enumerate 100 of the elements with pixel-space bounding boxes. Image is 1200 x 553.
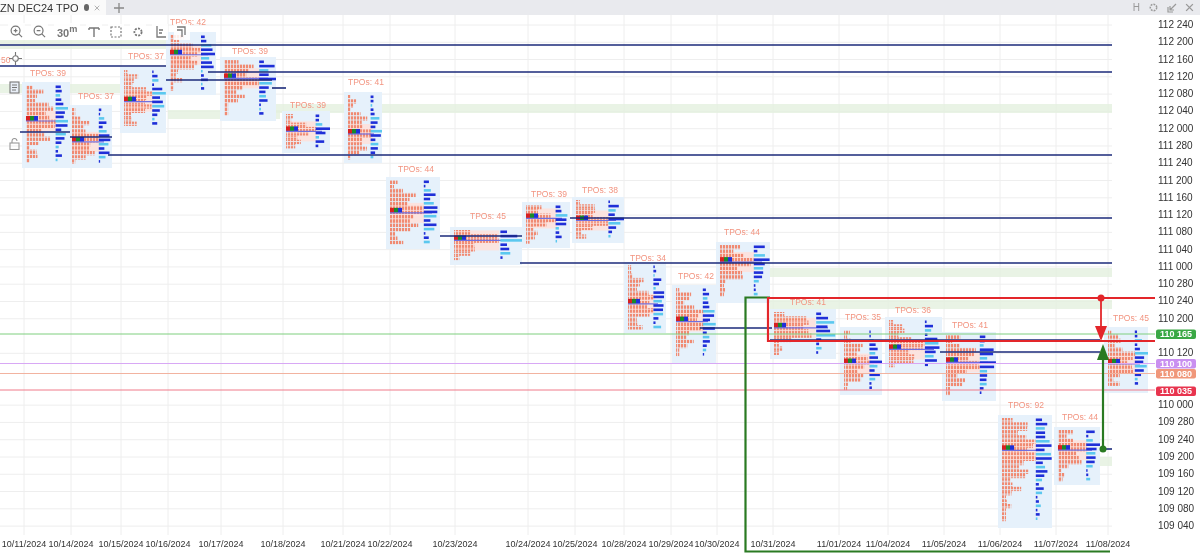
zoom-in-icon[interactable] <box>8 23 25 40</box>
date-axis-label: 11/01/2024 <box>816 539 862 549</box>
price-axis-label: 111 240 <box>1158 157 1193 169</box>
price-axis-label: 110 280 <box>1158 278 1194 290</box>
price-axis-label: 112 200 <box>1158 36 1194 48</box>
tpo-count-label: TPOs: 37 <box>78 91 114 101</box>
price-axis-label: 112 240 <box>1158 19 1194 30</box>
tpo-count-label: 50 <box>1 55 11 65</box>
date-axis-label: 11/07/2024 <box>1033 539 1079 549</box>
price-tag: 110 035 <box>1156 386 1196 397</box>
tpo-profile <box>1054 427 1100 485</box>
tab-title: ZN DEC24 TPO <box>0 1 79 14</box>
price-axis-label: 109 040 <box>1158 520 1195 532</box>
tpo-count-label: TPOs: 39 <box>232 46 268 56</box>
date-axis-label: 10/11/2024 <box>1 539 47 549</box>
date-axis-label: 10/21/2024 <box>320 539 366 549</box>
tpo-profile <box>220 57 276 121</box>
settings-icon[interactable] <box>1148 2 1159 13</box>
tpo-profile <box>68 105 112 168</box>
level-line <box>69 136 113 138</box>
date-axis-label: 10/16/2024 <box>145 539 191 549</box>
tpo-count-label: TPOs: 37 <box>128 51 164 61</box>
price-tag: 110 080 <box>1156 368 1196 379</box>
tpo-profile <box>572 197 624 243</box>
price-axis-label: 111 160 <box>1158 191 1193 203</box>
tpo-count-label: TPOs: 45 <box>1113 313 1149 323</box>
price-axis-label: 112 040 <box>1158 105 1194 117</box>
price-axis-label: 109 280 <box>1158 416 1195 428</box>
tpo-count-label: TPOs: 42 <box>170 17 206 27</box>
tpo-count-label: TPOs: 44 <box>1062 412 1098 422</box>
date-axis-label: 10/14/2024 <box>48 539 94 549</box>
tpo-count-label: TPOs: 39 <box>30 68 66 78</box>
price-axis-label: 112 160 <box>1158 53 1194 65</box>
price-axis-label: 111 080 <box>1158 226 1193 238</box>
down-arrow <box>1095 294 1107 341</box>
chart-tab[interactable]: ZN DEC24 TPO <box>0 0 106 15</box>
tpo-count-label: TPOs: 39 <box>290 100 326 110</box>
price-axis-label: 111 120 <box>1158 209 1193 221</box>
price-axis-label: 111 000 <box>1158 260 1193 272</box>
tpo-count-label: TPOs: 44 <box>724 227 760 237</box>
price-axis-label: 112 120 <box>1158 70 1194 82</box>
timeframe-button[interactable]: 30$^{m}$ <box>54 23 81 40</box>
date-axis-label: 10/17/2024 <box>198 539 244 549</box>
date-axis-label: 10/24/2024 <box>505 539 551 549</box>
price-axis-label: 109 160 <box>1158 468 1195 480</box>
tpo-count-label: TPOs: 41 <box>348 77 384 87</box>
price-axis-label: 111 280 <box>1158 139 1193 151</box>
resize-icon[interactable] <box>174 23 191 40</box>
tpo-count-label: TPOs: 41 <box>952 320 988 330</box>
tpo-count-label: TPOs: 38 <box>582 185 618 195</box>
date-axis-label: 10/30/2024 <box>694 539 740 549</box>
price-axis-label: 112 000 <box>1158 122 1194 134</box>
tpo-profile <box>120 67 166 133</box>
document-icon[interactable] <box>9 81 20 94</box>
price-axis-label: 110 240 <box>1158 295 1194 307</box>
date-axis-label: 11/05/2024 <box>921 539 967 549</box>
tpo-profile <box>386 177 440 249</box>
tpo-profile <box>344 92 382 163</box>
level-line <box>19 131 71 133</box>
crosshair-icon[interactable] <box>9 52 22 65</box>
tpo-profile <box>624 262 666 333</box>
selection-tool-icon[interactable] <box>108 23 125 40</box>
popout-icon[interactable] <box>1167 2 1177 13</box>
tpo-count-label: TPOs: 42 <box>678 271 714 281</box>
unlock-icon[interactable] <box>9 138 20 150</box>
price-tag: 110 100 <box>1156 358 1196 369</box>
price-axis-label: 109 240 <box>1158 433 1195 445</box>
date-axis-label: 10/31/2024 <box>750 539 796 549</box>
price-axis-label: 110 120 <box>1158 347 1194 359</box>
close-icon[interactable] <box>1185 3 1194 12</box>
price-tag: 110 165 <box>1156 329 1196 340</box>
date-axis-label: 10/22/2024 <box>367 539 413 549</box>
tpo-count-label: TPOs: 92 <box>1008 400 1044 410</box>
date-axis-label: 10/29/2024 <box>648 539 694 549</box>
date-axis-label: 10/23/2024 <box>432 539 478 549</box>
add-tab-icon[interactable] <box>114 2 124 13</box>
tpo-count-label: TPOs: 35 <box>845 312 881 322</box>
date-axis-label: 10/25/2024 <box>552 539 598 549</box>
tpo-count-label: TPOs: 44 <box>398 164 434 174</box>
date-axis-label: 10/28/2024 <box>601 539 647 549</box>
price-axis-label: 110 200 <box>1158 312 1194 324</box>
tpo-profile <box>716 242 770 303</box>
date-axis-label: 11/04/2024 <box>865 539 911 549</box>
date-axis-label: 10/18/2024 <box>260 539 306 549</box>
date-axis-label: 10/15/2024 <box>98 539 144 549</box>
tpo-count-label: TPOs: 45 <box>470 211 506 221</box>
date-axis-label: 11/06/2024 <box>977 539 1023 549</box>
price-axis-label: 111 200 <box>1158 174 1193 186</box>
header-toggle[interactable]: H <box>1132 2 1140 13</box>
level-line <box>271 87 287 89</box>
tpo-count-label: TPOs: 39 <box>531 189 567 199</box>
tpo-count-label: TPOs: 36 <box>895 305 931 315</box>
close-icon[interactable] <box>93 3 100 12</box>
tpo-count-label: TPOs: 41 <box>790 297 826 307</box>
tpo-profile <box>282 111 330 153</box>
price-axis-label: 109 080 <box>1158 502 1195 514</box>
price-axis-label: 110 000 <box>1158 399 1194 411</box>
price-axis-label: 109 200 <box>1158 451 1195 462</box>
date-axis-label: 11/08/2024 <box>1085 539 1131 549</box>
tpo-count-label: TPOs: 34 <box>630 253 666 263</box>
